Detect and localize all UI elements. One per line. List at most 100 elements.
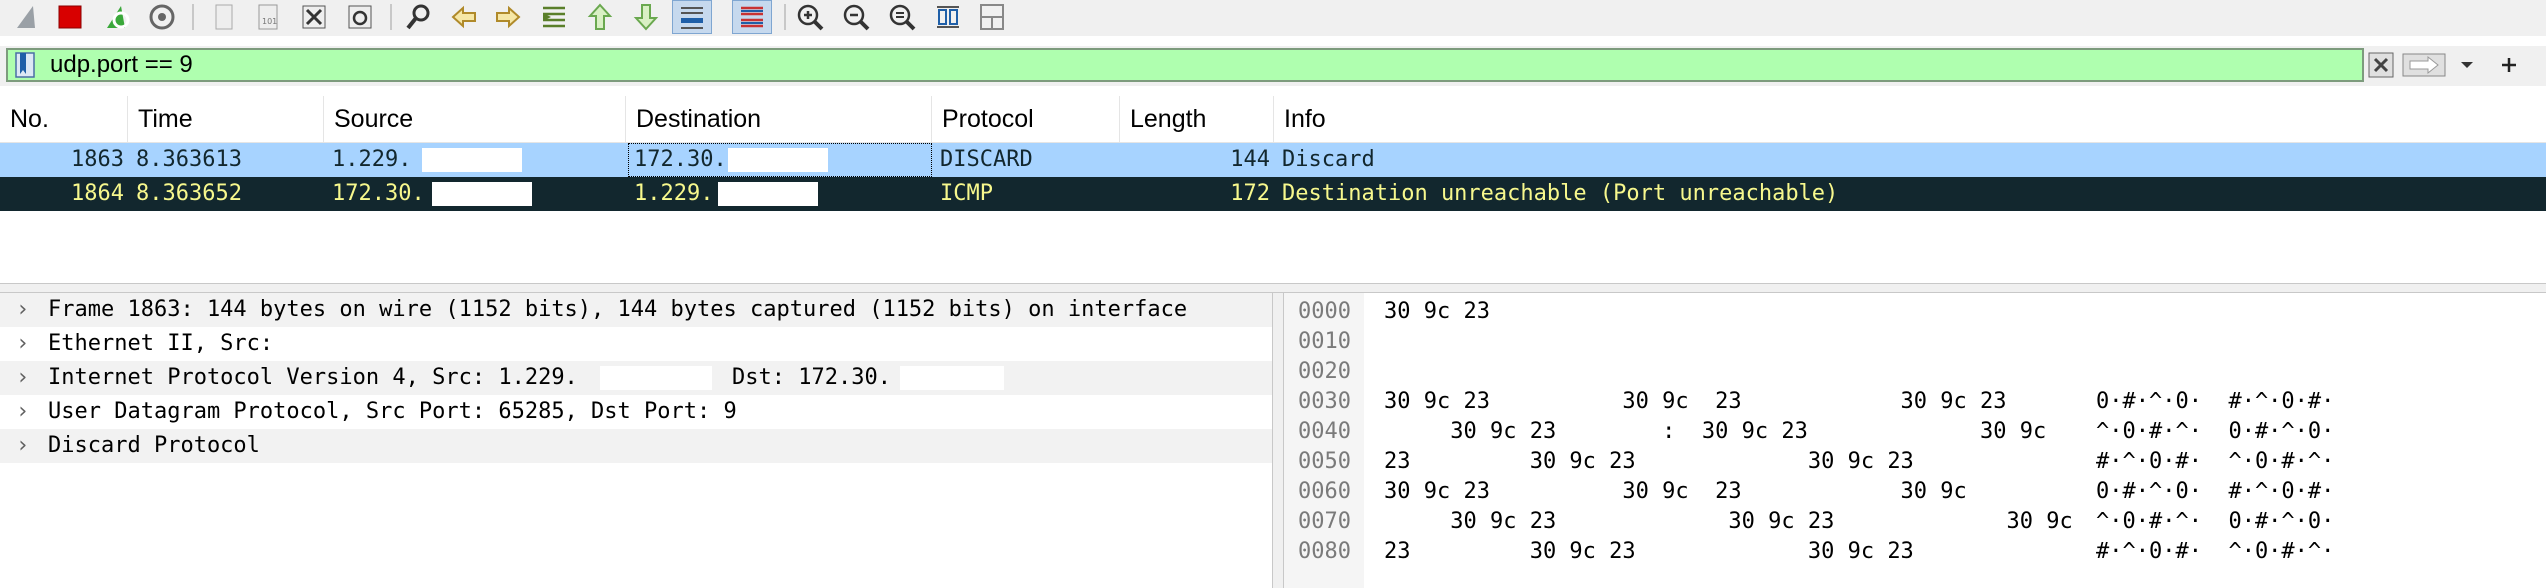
filter-history-dropdown[interactable] (2452, 50, 2482, 80)
bytes-offset: 0030 (1298, 389, 1351, 414)
go-first-packet-button[interactable] (580, 0, 620, 34)
bytes-hex[interactable]: 23 30 9c 23 30 9c 23 (1384, 447, 1914, 477)
packet-list-empty-area (0, 211, 2546, 283)
go-last-packet-icon (633, 4, 659, 31)
bytes-hex[interactable]: 30 9c 23 30 9c 23 30 9c (1384, 477, 1967, 507)
packet-no: 1864 (71, 181, 124, 206)
column-header-length[interactable]: Length (1120, 96, 1274, 142)
tree-item-label: Frame 1863: 144 bytes on wire (1152 bits… (48, 297, 1188, 322)
reload-file-icon (348, 5, 372, 29)
apply-filter-button[interactable] (2400, 50, 2448, 80)
column-header-protocol[interactable]: Protocol (932, 96, 1120, 142)
packet-protocol: DISCARD (940, 147, 1033, 172)
bytes-ascii[interactable]: #·^·0·#· ^·0·#·^· (2096, 447, 2334, 477)
zoom-in-button[interactable] (790, 0, 830, 34)
filter-bookmark-button[interactable] (10, 52, 40, 78)
pane-splitter-horizontal[interactable] (0, 283, 2546, 293)
normal-size-button[interactable] (882, 0, 922, 34)
colorize-button[interactable] (732, 0, 772, 34)
bytes-ascii[interactable]: 0·#·^·0· #·^·0·#· (2096, 387, 2334, 417)
layout-button[interactable] (972, 0, 1012, 34)
bytes-row: 0070 30 9c 23 30 9c 23 30 9c ^·0·#·^· 0·… (1284, 507, 2546, 537)
packet-info: Discard (1282, 147, 1375, 172)
add-filter-button[interactable] (2494, 50, 2524, 80)
open-file-button[interactable] (204, 0, 244, 34)
open-file-icon (215, 4, 233, 30)
column-header-destination[interactable]: Destination (626, 96, 932, 142)
go-forward-button[interactable] (488, 0, 528, 34)
packet-length: 144 (1230, 147, 1270, 172)
chevron-right-icon[interactable]: › (16, 327, 29, 361)
bytes-row: 0080 23 30 9c 23 30 9c 23 #·^·0·#· ^·0·#… (1284, 537, 2546, 567)
start-capture-button[interactable] (6, 0, 46, 34)
resize-columns-button[interactable] (928, 0, 968, 34)
display-filter-input[interactable]: udp.port == 9 (6, 48, 2364, 82)
column-header-no[interactable]: No. (0, 96, 128, 142)
go-to-packet-button[interactable] (534, 0, 574, 34)
go-last-packet-button[interactable] (626, 0, 666, 34)
bytes-hex[interactable]: 30 9c 23 : 30 9c 23 30 9c (1384, 417, 2046, 447)
redaction-box (728, 148, 828, 172)
bytes-hex[interactable]: 30 9c 23 30 9c 23 30 9c 23 (1384, 387, 2007, 417)
packet-destination: 172.30. (634, 147, 727, 172)
packet-source: 1.229. (332, 147, 412, 172)
bytes-row: 0000 30 9c 23 (1284, 297, 2546, 327)
layout-icon (980, 4, 1004, 30)
column-header-time[interactable]: Time (128, 96, 324, 142)
clear-icon (2368, 52, 2394, 78)
bytes-row: 0030 30 9c 23 30 9c 23 30 9c 23 0·#·^·0·… (1284, 387, 2546, 417)
bookmark-icon (15, 52, 35, 78)
zoom-out-button[interactable] (836, 0, 876, 34)
column-header-info[interactable]: Info (1274, 96, 2546, 142)
chevron-right-icon[interactable]: › (16, 395, 29, 429)
close-file-button[interactable] (294, 0, 334, 34)
auto-scroll-icon (681, 7, 703, 29)
bytes-offset: 0050 (1298, 449, 1351, 474)
colorize-icon (741, 6, 763, 28)
go-forward-icon (496, 5, 521, 29)
tree-item-udp[interactable]: › User Datagram Protocol, Src Port: 6528… (0, 395, 1272, 429)
bytes-hex[interactable]: 30 9c 23 30 9c 23 30 9c (1384, 507, 2073, 537)
bytes-row: 0010 (1284, 327, 2546, 357)
packet-protocol: ICMP (940, 181, 993, 206)
chevron-right-icon[interactable]: › (16, 361, 29, 395)
packet-details-pane: › Frame 1863: 144 bytes on wire (1152 bi… (0, 293, 1272, 588)
packet-source: 172.30. (332, 181, 425, 206)
auto-scroll-button[interactable] (672, 0, 712, 34)
find-packet-button[interactable] (398, 0, 438, 34)
arrow-right-icon (2402, 53, 2446, 77)
restart-capture-button[interactable] (96, 0, 136, 34)
tree-item-discard[interactable]: › Discard Protocol (0, 429, 1272, 463)
go-back-icon (451, 5, 476, 29)
capture-options-button[interactable] (142, 0, 182, 34)
pane-splitter-vertical[interactable] (1272, 293, 1284, 588)
restart-capture-icon (107, 6, 130, 29)
tree-item-frame[interactable]: › Frame 1863: 144 bytes on wire (1152 bi… (0, 293, 1272, 327)
redaction-box (432, 182, 532, 206)
packet-row[interactable]: 1863 8.363613 1.229. 172.30. DISCARD 144… (0, 143, 2546, 177)
bytes-ascii[interactable]: 0·#·^·0· #·^·0·#· (2096, 477, 2334, 507)
bytes-ascii[interactable]: ^·0·#·^· 0·#·^·0· (2096, 417, 2334, 447)
chevron-right-icon[interactable]: › (16, 429, 29, 463)
bytes-hex[interactable]: 30 9c 23 (1384, 297, 1490, 327)
bytes-hex[interactable]: 23 30 9c 23 30 9c 23 (1384, 537, 1914, 567)
clear-filter-button[interactable] (2366, 50, 2396, 80)
bytes-ascii[interactable]: ^·0·#·^· 0·#·^·0· (2096, 507, 2334, 537)
zoom-in-icon (797, 4, 824, 31)
bytes-ascii[interactable]: #·^·0·#· ^·0·#·^· (2096, 537, 2334, 567)
column-header-source[interactable]: Source (324, 96, 626, 142)
go-back-button[interactable] (444, 0, 484, 34)
save-file-button[interactable]: 101 (248, 0, 288, 34)
chevron-right-icon[interactable]: › (16, 293, 29, 327)
display-filter-bar: udp.port == 9 (0, 46, 2546, 86)
go-first-packet-icon (587, 3, 613, 30)
bytes-offset: 0080 (1298, 539, 1351, 564)
zoom-out-icon (843, 4, 870, 31)
reload-file-button[interactable] (340, 0, 380, 34)
tree-item-ipv4[interactable]: › Internet Protocol Version 4, Src: 1.22… (0, 361, 1272, 395)
packet-bytes-pane: 0000 30 9c 23 0010 0020 0030 30 9c 23 30… (1284, 293, 2546, 588)
tree-item-ethernet[interactable]: › Ethernet II, Src: (0, 327, 1272, 361)
find-packet-icon (406, 4, 430, 30)
stop-capture-button[interactable] (50, 0, 90, 34)
packet-row[interactable]: 1864 8.363652 172.30. 1.229. ICMP 172 De… (0, 177, 2546, 211)
